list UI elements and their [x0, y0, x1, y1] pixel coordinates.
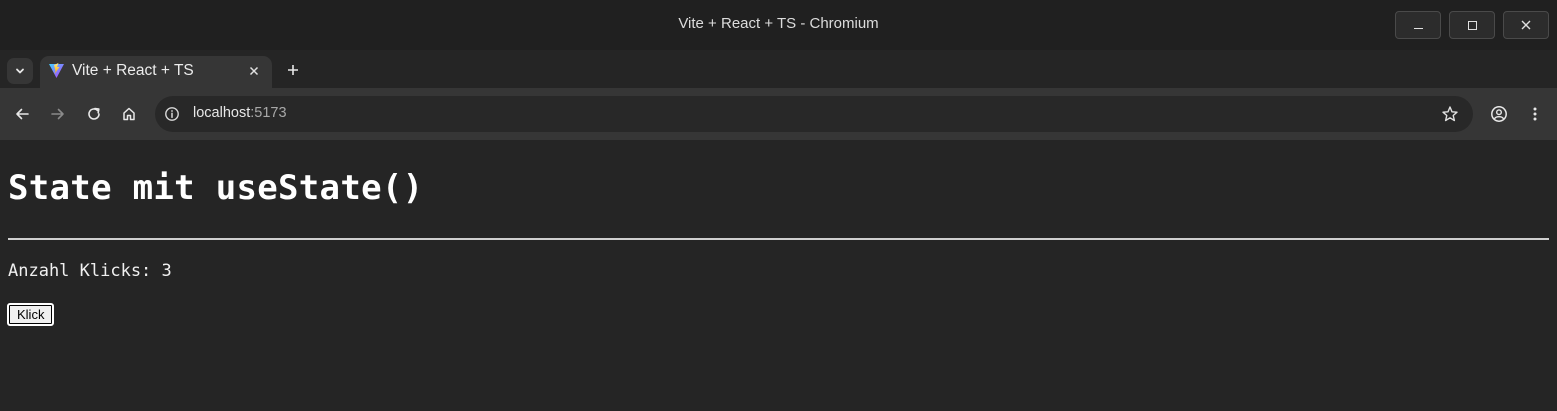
info-icon	[165, 107, 179, 121]
arrow-right-icon	[51, 108, 64, 120]
reload-icon	[88, 107, 100, 120]
klick-button[interactable]: Klick	[7, 303, 55, 326]
page-content: State mit useState() Anzahl Klicks: 3 Kl…	[0, 140, 1557, 411]
home-icon	[123, 107, 135, 121]
profile-icon	[1491, 106, 1507, 122]
maximize-icon	[1467, 20, 1477, 30]
vite-logo-icon	[48, 62, 65, 79]
click-count-text: Anzahl Klicks: 3	[8, 261, 172, 281]
forward-button[interactable]	[46, 102, 70, 126]
chevron-down-icon	[16, 68, 24, 74]
menu-button[interactable]	[1523, 102, 1547, 126]
url-text[interactable]: localhost:5173	[193, 105, 287, 121]
bookmark-button[interactable]	[1441, 105, 1459, 123]
window-titlebar: Vite + React + TS - Chromium	[0, 0, 1557, 50]
close-window-button[interactable]	[1503, 11, 1549, 39]
maximize-button[interactable]	[1449, 11, 1495, 39]
star-icon	[1442, 106, 1458, 122]
browser-tab[interactable]: Vite + React + TS	[40, 56, 272, 92]
horizontal-rule	[8, 238, 1549, 240]
address-bar[interactable]: localhost:5173	[155, 96, 1473, 132]
arrow-left-icon	[16, 108, 29, 120]
browser-toolbar: localhost:5173	[0, 88, 1557, 140]
close-icon	[1521, 20, 1531, 30]
tab-title: Vite + React + TS	[72, 62, 194, 79]
minimize-button[interactable]	[1395, 11, 1441, 39]
page-title: State mit useState()	[8, 168, 424, 208]
url-port: :5173	[250, 105, 287, 121]
minimize-icon	[1413, 27, 1423, 29]
home-button[interactable]	[117, 102, 141, 126]
more-vert-icon	[1533, 107, 1537, 121]
url-host: localhost	[193, 105, 251, 121]
reload-button[interactable]	[82, 102, 106, 126]
new-tab-button[interactable]	[281, 58, 305, 82]
close-icon	[249, 66, 259, 76]
window-title: Vite + React + TS - Chromium	[678, 15, 879, 32]
plus-icon	[288, 65, 298, 75]
tab-search-button[interactable]	[7, 58, 33, 84]
site-info-button[interactable]	[164, 106, 180, 122]
tab-close-button[interactable]	[244, 61, 264, 81]
back-button[interactable]	[10, 102, 34, 126]
profile-button[interactable]	[1487, 102, 1511, 126]
